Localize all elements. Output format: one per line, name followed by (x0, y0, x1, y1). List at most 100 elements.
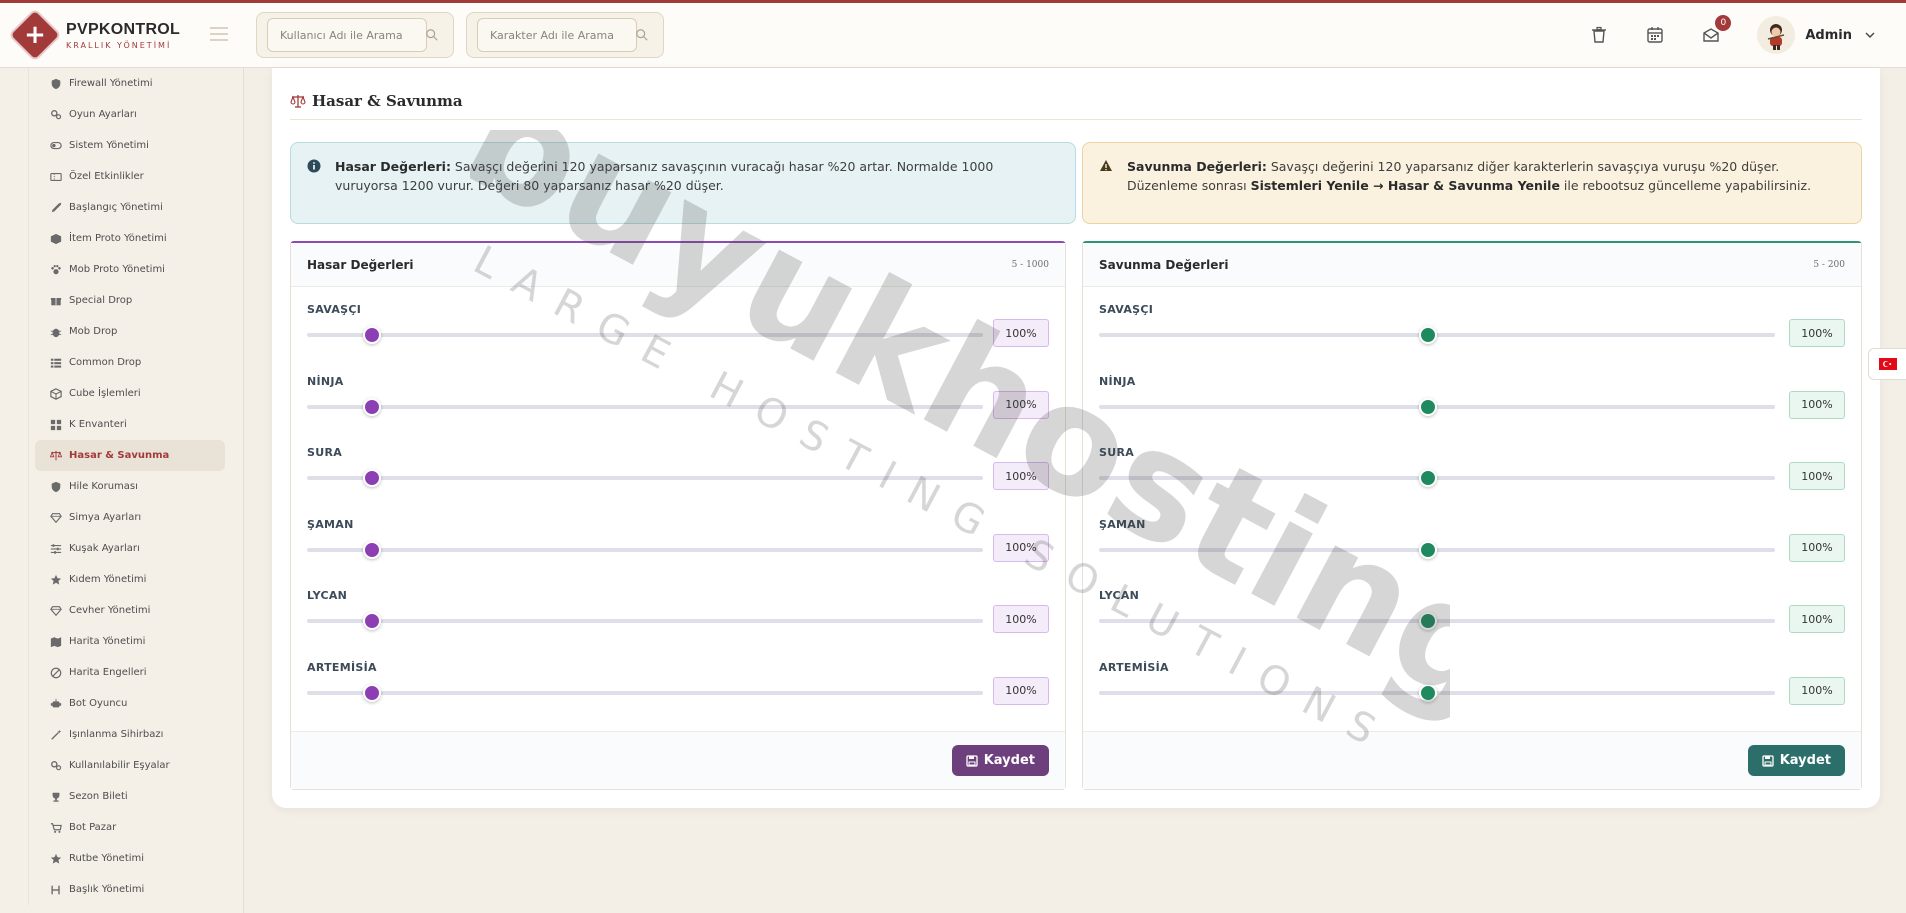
turkish-flag-icon (1878, 358, 1897, 370)
slider-track[interactable] (307, 333, 983, 337)
page-title-text: Hasar & Savunma (312, 91, 463, 110)
calendar-icon[interactable] (1645, 25, 1665, 45)
slider-thumb[interactable] (1419, 612, 1438, 630)
sidebar-item[interactable]: Bot Oyuncu (35, 688, 225, 719)
sidebar-item[interactable]: İtem Proto Yönetimi (35, 223, 225, 254)
slider-track[interactable] (307, 404, 983, 409)
sidebar-item[interactable]: Kıdem Yönetimi (35, 564, 225, 595)
user-search-input[interactable] (267, 18, 427, 52)
slider-thumb[interactable] (362, 469, 381, 487)
sidebar-item[interactable]: Cube İşlemleri (35, 378, 225, 409)
slider-value-display: 100% (993, 462, 1049, 490)
language-switcher[interactable] (1868, 348, 1906, 380)
character-search-input[interactable] (477, 18, 637, 52)
slider-thumb[interactable] (1419, 397, 1438, 416)
ban-icon (49, 667, 63, 679)
slider-label: ŞAMAN (1099, 517, 1146, 531)
slider-label: ARTEMİSİA (307, 660, 377, 674)
search-icon[interactable] (635, 28, 649, 42)
slider-thumb[interactable] (1419, 683, 1438, 702)
box-icon (49, 233, 63, 245)
mail-button[interactable]: 0 (1701, 15, 1732, 45)
sidebar-item-label: Kullanılabilir Eşyalar (69, 760, 170, 771)
gem-icon (49, 605, 63, 617)
slider-track[interactable] (307, 690, 983, 695)
search-icon[interactable] (425, 28, 439, 42)
sidebar-item[interactable]: Rutbe Yönetimi (35, 843, 225, 874)
slider-value-display: 100% (993, 533, 1049, 562)
slider-row: ARTEMİSİA 100% (1099, 661, 1845, 733)
slider-thumb[interactable] (362, 540, 381, 559)
info-circle-icon (307, 159, 321, 173)
slider-thumb[interactable] (1419, 469, 1438, 487)
sidebar-item[interactable]: Başlık Yönetimi (35, 874, 225, 905)
slider-thumb[interactable] (1419, 540, 1438, 559)
sidebar-item[interactable]: Mob Proto Yönetimi (35, 254, 225, 285)
slider-track[interactable] (307, 619, 983, 623)
sidebar-item[interactable]: Bot Pazar (35, 812, 225, 843)
slider-thumb[interactable] (362, 397, 381, 416)
brand[interactable]: + PVPKONTROL KRALLIK YÖNETİMİ (0, 3, 244, 67)
slider-label: SAVAŞÇI (1099, 303, 1154, 316)
sidebar-item[interactable]: Özel Etkinlikler (35, 161, 225, 192)
sidebar-item[interactable]: Kullanılabilir Eşyalar (35, 750, 225, 781)
sliders-icon (49, 543, 63, 555)
slider-row: SAVAŞÇI 100% (307, 303, 1049, 375)
sidebar: Firewall Yönetimi Oyun Ayarları Sistem Yön… (0, 68, 244, 913)
sidebar-item[interactable]: Kuşak Ayarları (35, 533, 225, 564)
sidebar-item-label: Hile Koruması (69, 481, 138, 492)
sidebar-item[interactable]: Harita Yönetimi (35, 626, 225, 657)
avatar-image (1768, 24, 1785, 50)
slider-row: NİNJA 100% (1099, 375, 1845, 447)
sidebar-item-label: Işınlanma Sihirbazı (69, 729, 164, 740)
slider-row: LYCAN 100% (307, 589, 1049, 661)
scale-icon (290, 94, 306, 108)
gift-icon (49, 295, 63, 307)
sidebar-item[interactable]: Oyun Ayarları (35, 99, 225, 130)
sidebar-item[interactable]: K Envanteri (35, 409, 225, 440)
defense-save-button[interactable]: Kaydet (1747, 745, 1845, 776)
sidebar-item-label: Sistem Yönetimi (69, 140, 149, 151)
slider-track[interactable] (307, 476, 983, 480)
sidebar-item[interactable]: Hile Koruması (35, 471, 225, 502)
slider-thumb[interactable] (362, 326, 381, 344)
sidebar-item[interactable]: Harita Engelleri (35, 657, 225, 688)
sidebar-item-label: Simya Ayarları (69, 512, 142, 523)
sidebar-item[interactable]: Firewall Yönetimi (35, 68, 225, 99)
sidebar-item[interactable]: Işınlanma Sihirbazı (35, 719, 225, 750)
sidebar-item[interactable]: Başlangıç Yönetimi (35, 192, 225, 223)
damage-save-button[interactable]: Kaydet (951, 745, 1049, 776)
sidebar-item[interactable]: Simya Ayarları (35, 502, 225, 533)
defense-panel-footer: Kaydet (1083, 731, 1861, 789)
main-card: Hasar & Savunma Hasar Değerleri: Savaşçı… (272, 68, 1880, 808)
trash-icon[interactable] (1589, 25, 1609, 45)
sidebar-item-label: Kuşak Ayarları (69, 543, 140, 554)
slider-thumb[interactable] (1419, 326, 1438, 344)
slider-thumb[interactable] (362, 612, 381, 630)
admin-name[interactable]: Admin (1805, 28, 1852, 43)
sidebar-item-label: Bot Pazar (69, 822, 117, 833)
user-search (256, 12, 454, 58)
slider-label: NİNJA (1099, 374, 1136, 388)
slider-value-display: 100% (1789, 676, 1845, 705)
chevron-down-icon[interactable] (1864, 29, 1876, 41)
sidebar-item[interactable]: Hasar & Savunma (35, 440, 225, 471)
sidebar-item[interactable]: Cevher Yönetimi (35, 595, 225, 626)
warning-alert-tail: ile rebootsuz güncelleme yapabilirsiniz. (1559, 178, 1812, 193)
sidebar-item-label: Hasar & Savunma (69, 450, 170, 461)
slider-value-display: 100% (993, 605, 1049, 633)
sidebar-item-label: Firewall Yönetimi (69, 78, 153, 89)
avatar[interactable] (1757, 16, 1796, 54)
slider-row: SURA 100% (307, 446, 1049, 518)
sidebar-item[interactable]: Sistem Yönetimi (35, 130, 225, 161)
sidebar-item[interactable]: Mob Drop (35, 316, 225, 347)
menu-toggle-icon[interactable] (210, 27, 228, 45)
sidebar-item[interactable]: Common Drop (35, 347, 225, 378)
damage-panel-footer: Kaydet (291, 731, 1065, 789)
sidebar-item[interactable]: Special Drop (35, 285, 225, 316)
sidebar-item[interactable]: Sezon Bileti (35, 781, 225, 812)
cart-icon (49, 822, 63, 834)
slider-label: NİNJA (307, 374, 344, 388)
slider-track[interactable] (307, 547, 983, 552)
slider-thumb[interactable] (362, 683, 381, 702)
